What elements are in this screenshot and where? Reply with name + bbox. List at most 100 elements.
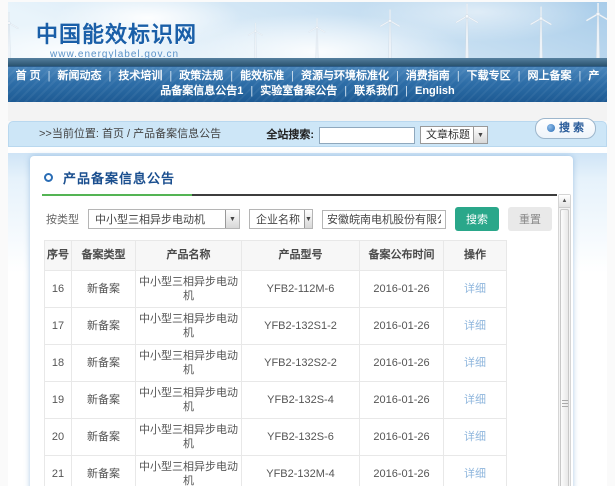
cell-date: 2016-01-26 bbox=[360, 271, 444, 308]
cell-name: 中小型三相异步电动机 bbox=[136, 419, 242, 456]
nav-separator: | bbox=[344, 85, 347, 97]
scroll-up-button[interactable]: ▲ bbox=[559, 195, 570, 208]
detail-link[interactable]: 详细 bbox=[464, 320, 486, 332]
cell-action: 详细 bbox=[444, 345, 507, 382]
nav-item[interactable]: 首 页 bbox=[16, 70, 41, 82]
section-header: 产品备案信息公告 bbox=[42, 164, 559, 194]
company-field-select[interactable]: 企业名称 ▼ bbox=[249, 209, 313, 229]
col-header-no: 序号 bbox=[45, 241, 72, 271]
nav-item[interactable]: 网上备案 bbox=[528, 70, 572, 82]
detail-link[interactable]: 详细 bbox=[464, 283, 486, 295]
nav-item[interactable]: 技术培训 bbox=[118, 70, 162, 82]
detail-link[interactable]: 详细 bbox=[464, 431, 486, 443]
company-name-input[interactable] bbox=[322, 210, 446, 229]
nav-separator: | bbox=[109, 70, 112, 82]
table-scrollbar[interactable]: ▲ bbox=[558, 194, 571, 486]
detail-link[interactable]: 详细 bbox=[464, 357, 486, 369]
nav-item[interactable]: 能效标准 bbox=[240, 70, 284, 82]
spacer-strip bbox=[8, 102, 607, 121]
cell-action: 详细 bbox=[444, 419, 507, 456]
main-nav: 首 页 | 新闻动态 | 技术培训 | 政策法规 | 能效标准 | 资源与环境标准化 | 消费指南 | 下载… bbox=[8, 66, 607, 102]
bullet-icon bbox=[547, 124, 555, 132]
site-search-input[interactable] bbox=[319, 127, 415, 144]
breadcrumb: >>当前位置: 首页 / 产品备案信息公告 bbox=[39, 128, 221, 140]
site-logo[interactable]: 中国能效标识网 www.energylabel.gov.cn bbox=[36, 17, 197, 60]
cell-action: 详细 bbox=[444, 308, 507, 345]
cell-no: 20 bbox=[45, 419, 72, 456]
site-search-label: 全站搜索: bbox=[266, 123, 314, 148]
table-row: 19新备案中小型三相异步电动机YFB2-132S-42016-01-26详细 bbox=[45, 382, 507, 419]
chevron-down-icon: ▼ bbox=[304, 210, 312, 228]
scroll-thumb[interactable] bbox=[560, 209, 569, 486]
records-table: 序号 备案类型 产品名称 产品型号 备案公布时间 操作 16新备案中小型三相异步… bbox=[44, 240, 507, 486]
nav-item[interactable]: 消费指南 bbox=[406, 70, 450, 82]
filter-reset-button[interactable]: 重置 bbox=[508, 207, 552, 231]
divider-green-segment bbox=[42, 194, 192, 196]
nav-separator: | bbox=[579, 70, 582, 82]
cell-type: 新备案 bbox=[72, 456, 136, 486]
cell-date: 2016-01-26 bbox=[360, 419, 444, 456]
col-header-name: 产品名称 bbox=[136, 241, 242, 271]
filter-bar: 按类型 中小型三相异步电动机 ▼ 企业名称 ▼ 搜索 重置 bbox=[42, 207, 559, 231]
section-divider bbox=[42, 194, 557, 196]
cell-name: 中小型三相异步电动机 bbox=[136, 271, 242, 308]
cell-model: YFB2-132S-6 bbox=[242, 419, 360, 456]
circle-bullet-icon bbox=[44, 173, 53, 182]
nav-separator: | bbox=[250, 85, 253, 97]
breadcrumb-bar: >>当前位置: 首页 / 产品备案信息公告 全站搜索: 文章标题 ▼ 搜 索 bbox=[8, 121, 607, 147]
cell-no: 21 bbox=[45, 456, 72, 486]
cell-no: 19 bbox=[45, 382, 72, 419]
site-url: www.energylabel.gov.cn bbox=[50, 49, 197, 60]
nav-item[interactable]: 下载专区 bbox=[467, 70, 511, 82]
filter-search-button[interactable]: 搜索 bbox=[455, 207, 499, 231]
type-select[interactable]: 中小型三相异步电动机 ▼ bbox=[88, 209, 240, 229]
cell-name: 中小型三相异步电动机 bbox=[136, 345, 242, 382]
table-header-row: 序号 备案类型 产品名称 产品型号 备案公布时间 操作 bbox=[45, 241, 507, 271]
cell-name: 中小型三相异步电动机 bbox=[136, 308, 242, 345]
table-row: 16新备案中小型三相异步电动机YFB2-112M-62016-01-26详细 bbox=[45, 271, 507, 308]
cell-name: 中小型三相异步电动机 bbox=[136, 456, 242, 486]
cell-model: YFB2-132S1-2 bbox=[242, 308, 360, 345]
col-header-type: 备案类型 bbox=[72, 241, 136, 271]
col-header-model: 产品型号 bbox=[242, 241, 360, 271]
nav-item[interactable]: English bbox=[415, 85, 455, 97]
scroll-grip-icon bbox=[562, 400, 568, 408]
cell-model: YFB2-132S2-2 bbox=[242, 345, 360, 382]
nav-item[interactable]: 联系我们 bbox=[354, 85, 398, 97]
nav-item[interactable]: 资源与环境标准化 bbox=[301, 70, 389, 82]
chevron-down-icon: ▼ bbox=[225, 210, 239, 228]
cell-model: YFB2-132M-4 bbox=[242, 456, 360, 486]
table-row: 17新备案中小型三相异步电动机YFB2-132S1-22016-01-26 详细 bbox=[45, 308, 507, 345]
content-card: 产品备案信息公告 按类型 中小型三相异步电动机 ▼ 企业名称 ▼ 搜索 重置 bbox=[30, 156, 573, 486]
detail-link[interactable]: 详细 bbox=[464, 394, 486, 406]
site-search-button[interactable]: 搜 索 bbox=[535, 118, 596, 139]
cell-name: 中小型三相异步电动机 bbox=[136, 382, 242, 419]
nav-separator: | bbox=[396, 70, 399, 82]
cell-action: 详细 bbox=[444, 271, 507, 308]
nav-separator: | bbox=[48, 70, 51, 82]
search-category-select[interactable]: 文章标题 ▼ bbox=[420, 126, 488, 144]
cell-date: 2016-01-26 bbox=[360, 308, 444, 345]
type-filter-label: 按类型 bbox=[46, 211, 79, 227]
detail-link[interactable]: 详细 bbox=[464, 468, 486, 480]
cell-model: YFB2-132S-4 bbox=[242, 382, 360, 419]
cell-date: 2016-01-26 bbox=[360, 345, 444, 382]
cell-type: 新备案 bbox=[72, 419, 136, 456]
site-banner: 中国能效标识网 www.energylabel.gov.cn bbox=[8, 2, 607, 66]
nav-separator: | bbox=[518, 70, 521, 82]
cell-type: 新备案 bbox=[72, 345, 136, 382]
cell-no: 17 bbox=[45, 308, 72, 345]
cell-date: 2016-01-26 bbox=[360, 456, 444, 486]
cell-type: 新备案 bbox=[72, 308, 136, 345]
cell-no: 16 bbox=[45, 271, 72, 308]
nav-separator: | bbox=[230, 70, 233, 82]
cell-action: 详细 bbox=[444, 456, 507, 486]
table-body: 16新备案中小型三相异步电动机YFB2-112M-62016-01-26详细17… bbox=[45, 271, 507, 486]
nav-separator: | bbox=[169, 70, 172, 82]
page-title: 产品备案信息公告 bbox=[63, 168, 175, 187]
nav-item[interactable]: 政策法规 bbox=[179, 70, 223, 82]
nav-item[interactable]: 新闻动态 bbox=[58, 70, 102, 82]
table-row: 21新备案中小型三相异步电动机YFB2-132M-42016-01-26 详细 bbox=[45, 456, 507, 486]
nav-item[interactable]: 实验室备案公告 bbox=[260, 85, 337, 97]
nav-separator: | bbox=[405, 85, 408, 97]
